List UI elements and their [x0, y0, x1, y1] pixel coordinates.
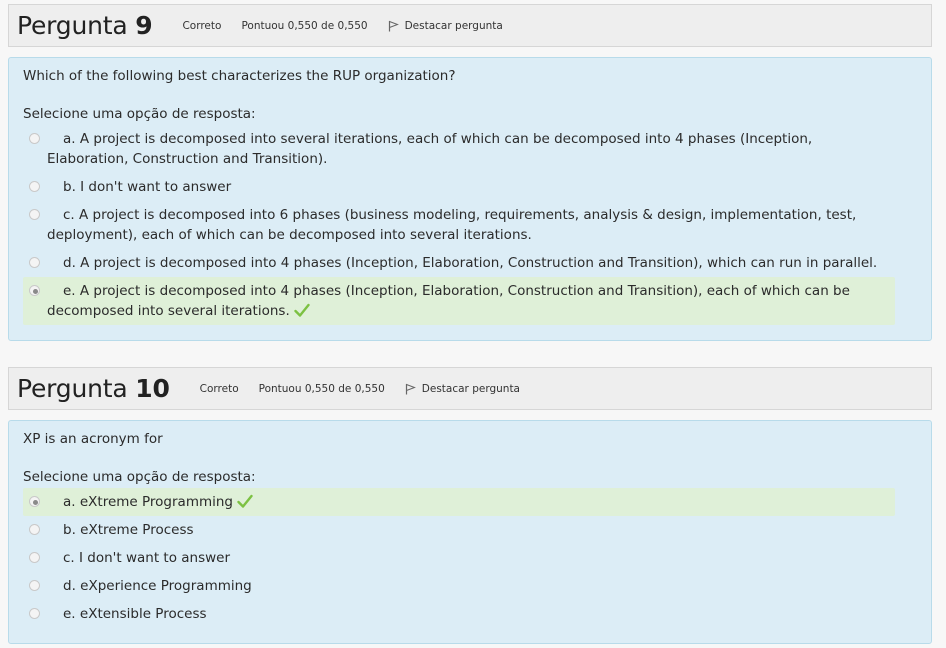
radio-icon[interactable] [29, 285, 40, 296]
radio-icon[interactable] [29, 133, 40, 144]
question-header: Pergunta 10 Correto Pontuou 0,550 de 0,5… [8, 367, 932, 410]
answer-list: a. A project is decomposed into several … [23, 125, 917, 325]
radio-icon[interactable] [29, 181, 40, 192]
answer-prompt: Selecione uma opção de resposta: [23, 469, 256, 485]
answer-option[interactable]: a. A project is decomposed into several … [23, 125, 895, 173]
radio-icon[interactable] [29, 552, 40, 563]
answer-text: c. A project is decomposed into 6 phases… [47, 207, 857, 243]
status-label: Correto [199, 382, 239, 395]
question-header: Pergunta 9 Correto Pontuou 0,550 de 0,55… [8, 4, 932, 47]
answer-label: a. eXtreme Programming [47, 492, 887, 512]
answer-option[interactable]: d. eXperience Programming [23, 572, 895, 600]
question-content: XP is an acronym for Selecione uma opção… [8, 420, 932, 644]
answer-option[interactable]: c. A project is decomposed into 6 phases… [23, 201, 895, 249]
flag-icon [388, 20, 399, 31]
score-label: Pontuou 0,550 de 0,550 [258, 382, 385, 395]
answer-option[interactable]: b. I don't want to answer [23, 173, 895, 201]
score-label: Pontuou 0,550 de 0,550 [241, 19, 368, 32]
question-content: Which of the following best characterize… [8, 57, 932, 341]
answer-option[interactable]: b. eXtreme Process [23, 516, 895, 544]
answer-label: a. A project is decomposed into several … [47, 129, 887, 169]
answer-label: d. eXperience Programming [47, 576, 887, 596]
flag-question-link[interactable]: Destacar pergunta [405, 383, 520, 395]
question-9: Pergunta 9 Correto Pontuou 0,550 de 0,55… [8, 4, 932, 341]
radio-icon[interactable] [29, 496, 40, 507]
answer-text: d. A project is decomposed into 4 phases… [63, 255, 878, 271]
answer-label: b. eXtreme Process [47, 520, 887, 540]
answer-label: b. I don't want to answer [47, 177, 887, 197]
check-icon [294, 303, 310, 317]
question-text: Which of the following best characterize… [23, 68, 456, 84]
flag-question-link[interactable]: Destacar pergunta [388, 20, 503, 32]
answer-list: a. eXtreme Programming b. eXtreme Process… [23, 488, 917, 628]
answer-label: e. A project is decomposed into 4 phases… [47, 281, 887, 321]
flag-icon [405, 383, 416, 394]
answer-label: d. A project is decomposed into 4 phases… [47, 253, 887, 273]
answer-label: c. A project is decomposed into 6 phases… [47, 205, 887, 245]
question-title: Pergunta 9 [17, 11, 153, 40]
answer-option[interactable]: a. eXtreme Programming [23, 488, 895, 516]
answer-text: d. eXperience Programming [63, 578, 252, 594]
answer-option[interactable]: d. A project is decomposed into 4 phases… [23, 249, 895, 277]
answer-prompt: Selecione uma opção de resposta: [23, 106, 256, 122]
question-10: Pergunta 10 Correto Pontuou 0,550 de 0,5… [8, 367, 932, 644]
radio-icon[interactable] [29, 209, 40, 220]
answer-text: a. A project is decomposed into several … [47, 131, 813, 167]
answer-text: b. eXtreme Process [63, 522, 194, 538]
answer-text: c. I don't want to answer [63, 550, 231, 566]
question-number: 10 [135, 374, 170, 403]
check-icon [237, 494, 253, 508]
answer-text: b. I don't want to answer [63, 179, 232, 195]
status-label: Correto [182, 19, 222, 32]
radio-icon[interactable] [29, 257, 40, 268]
answer-option[interactable]: e. A project is decomposed into 4 phases… [23, 277, 895, 325]
answer-text: a. eXtreme Programming [63, 494, 233, 510]
question-text: XP is an acronym for [23, 431, 163, 447]
answer-option[interactable]: e. eXtensible Process [23, 600, 895, 628]
answer-option[interactable]: c. I don't want to answer [23, 544, 895, 572]
radio-icon[interactable] [29, 580, 40, 591]
answer-text: e. A project is decomposed into 4 phases… [47, 283, 850, 319]
answer-label: c. I don't want to answer [47, 548, 887, 568]
answer-text: e. eXtensible Process [63, 606, 207, 622]
answer-label: e. eXtensible Process [47, 604, 887, 624]
flag-label: Destacar pergunta [404, 19, 503, 32]
question-title: Pergunta 10 [17, 374, 170, 403]
question-number: 9 [135, 11, 153, 40]
radio-icon[interactable] [29, 524, 40, 535]
radio-icon[interactable] [29, 608, 40, 619]
flag-label: Destacar pergunta [421, 382, 520, 395]
